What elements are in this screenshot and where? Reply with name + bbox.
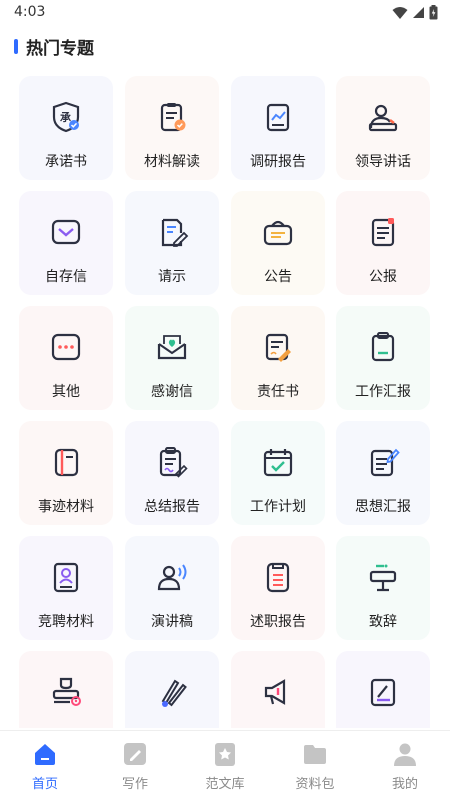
topic-card[interactable]: 领导讲话 [336,76,430,180]
tab-pen[interactable]: 写作 [90,731,180,800]
topic-card[interactable]: 感谢信 [125,306,219,410]
signal-icon [413,7,424,18]
topic-label: 其他 [52,384,80,400]
topic-label: 请示 [158,269,186,285]
edit-note-icon [370,678,396,707]
edit-document-icon [161,218,189,247]
topic-label: 事迹材料 [38,499,94,515]
section-accent-bar [14,38,18,54]
topic-card[interactable]: 承承诺书 [19,76,113,180]
speech-person-icon [157,564,187,591]
topic-card[interactable]: 材料解读 [125,76,219,180]
battery-icon [429,5,438,20]
clipboard-check-icon [160,103,186,132]
tab-library-star[interactable]: 范文库 [180,731,270,800]
status-time: 4:03 [14,4,46,20]
library-star-icon [215,743,235,766]
user-icon [394,743,416,766]
topic-card[interactable]: 工作汇报 [336,306,430,410]
topic-label: 致辞 [369,614,397,630]
pen-icon [124,743,146,765]
topic-card[interactable]: 工作计划 [231,421,325,525]
topic-card[interactable]: 总结报告 [125,421,219,525]
topic-card[interactable]: 请示 [125,191,219,295]
topic-card[interactable]: 事迹材料 [19,421,113,525]
notice-box-icon [263,220,293,246]
tab-label: 范文库 [205,777,245,792]
profile-card-icon [53,562,79,593]
tab-user[interactable]: 我的 [360,731,450,800]
topic-card[interactable] [336,651,430,728]
clipboard-icon [371,332,395,362]
chart-report-icon [266,103,290,132]
podium-speaker-icon [368,104,398,132]
more-dots-icon [51,333,81,361]
topic-label: 感谢信 [151,384,193,400]
tab-label: 首页 [31,777,58,792]
heart-letter-icon [157,335,187,360]
section-header: 热门专题 [14,34,94,59]
folder-icon [304,745,326,764]
topic-card[interactable]: 调研报告 [231,76,325,180]
status-icons [392,5,438,20]
topic-label: 总结报告 [144,499,200,515]
topic-card[interactable]: 演讲稿 [125,536,219,640]
topic-label: 演讲稿 [151,614,193,630]
notebook-icon [54,448,79,477]
topic-card[interactable]: 竞聘材料 [19,536,113,640]
wifi-icon [392,6,408,19]
topic-label: 述职报告 [250,614,306,630]
topic-label: 材料解读 [144,154,200,170]
section-title: 热门专题 [26,38,94,59]
tab-folder[interactable]: 资料包 [270,731,360,800]
topic-card[interactable] [231,651,325,728]
topic-card[interactable] [19,651,113,728]
topic-card[interactable]: 述职报告 [231,536,325,640]
topic-label: 工作汇报 [355,384,411,400]
tab-label: 资料包 [295,777,335,792]
topic-card[interactable]: 自存信 [19,191,113,295]
tab-label: 写作 [121,777,148,792]
topic-label: 公报 [369,269,397,285]
calendar-check-icon [263,449,293,477]
report-document-icon [266,562,290,593]
commitment-shield-icon: 承 [52,101,80,133]
bottom-tab-bar: 首页 写作 范文库 资料包 我的 [0,730,450,800]
topic-card[interactable]: 致辞 [336,536,430,640]
signed-document-icon [265,333,291,362]
topic-card[interactable]: 公报 [336,191,430,295]
topic-card[interactable]: 思想汇报 [336,421,430,525]
bulletin-icon [371,218,395,247]
megaphone-icon [264,679,286,705]
topic-card[interactable] [125,651,219,728]
topic-label: 自存信 [45,269,87,285]
topic-grid: 承承诺书 材料解读 调研报告 领导讲话 自存信 请示 公告 公报 其他 感谢信 责任书 工作汇报 事迹材… [19,76,431,728]
envelope-icon [51,219,81,245]
lectern-icon [369,564,397,592]
thought-report-icon [370,448,400,477]
stamp-seal-icon [52,677,81,706]
topic-card[interactable]: 责任书 [231,306,325,410]
topic-card[interactable]: 公告 [231,191,325,295]
topic-label: 责任书 [257,384,299,400]
topic-label: 调研报告 [250,154,306,170]
topic-label: 领导讲话 [355,154,411,170]
topic-card[interactable]: 其他 [19,306,113,410]
topic-label: 思想汇报 [355,499,411,515]
tab-home[interactable]: 首页 [0,731,90,800]
topic-label: 工作计划 [250,499,306,515]
home-icon [35,744,55,765]
topic-label: 竞聘材料 [38,614,94,630]
status-bar: 4:03 [0,0,450,26]
pen-tools-icon [161,679,187,707]
topic-label: 公告 [264,269,292,285]
tab-label: 我的 [391,777,418,792]
summary-clipboard-icon [159,447,188,478]
topic-label: 承诺书 [45,154,87,170]
